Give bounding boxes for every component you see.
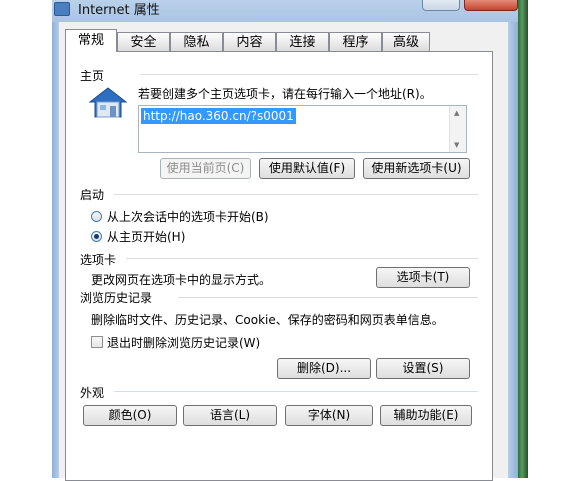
title-bar[interactable]: Internet 属性 [52, 0, 518, 23]
startup-divider [114, 194, 478, 195]
homepage-divider [140, 74, 478, 75]
radio-home-page[interactable] [91, 231, 102, 242]
tab-programs[interactable]: 程序 [329, 32, 382, 51]
appearance-divider [114, 391, 478, 392]
radio-last-session-label[interactable]: 从上次会话中的选项卡开始(B) [107, 208, 269, 225]
delete-on-exit-checkbox[interactable] [91, 336, 103, 348]
homepage-textarea[interactable]: http://hao.360.cn/?s0001 ▲ ▼ [138, 105, 467, 153]
internet-options-icon [54, 2, 70, 16]
tab-security[interactable]: 安全 [117, 32, 170, 51]
window-frame-right [508, 22, 518, 478]
window-title: Internet 属性 [78, 3, 160, 18]
appearance-section-title: 外观 [80, 386, 105, 400]
use-default-button[interactable]: 使用默认值(F) [259, 158, 355, 179]
tabs-divider [126, 258, 478, 259]
use-current-button[interactable]: 使用当前页(C) [160, 158, 251, 179]
homepage-scrollbar[interactable]: ▲ ▼ [449, 106, 466, 152]
homepage-url-value[interactable]: http://hao.360.cn/?s0001 [141, 108, 296, 124]
use-new-tab-button[interactable]: 使用新选项卡(U) [363, 158, 470, 179]
tab-general[interactable]: 常规 [65, 29, 117, 52]
tab-content[interactable]: 内容 [223, 32, 276, 51]
history-divider [178, 297, 478, 298]
history-settings-button[interactable]: 设置(S) [376, 358, 470, 379]
fonts-button[interactable]: 字体(N) [285, 405, 373, 426]
tabs-description: 更改网页在选项卡中的显示方式。 [91, 273, 272, 287]
history-section-title: 浏览历史记录 [80, 291, 153, 305]
radio-last-session[interactable] [91, 211, 102, 222]
tabs-section-title: 选项卡 [80, 253, 117, 267]
tabs-settings-button[interactable]: 选项卡(T) [376, 267, 470, 288]
languages-button[interactable]: 语言(L) [183, 405, 277, 426]
window-frame-left [52, 22, 59, 478]
scroll-down-arrow-icon[interactable]: ▼ [454, 141, 459, 149]
tab-privacy[interactable]: 隐私 [170, 32, 223, 51]
close-button[interactable] [464, 0, 518, 11]
background-window-edge [518, 0, 528, 478]
delete-history-button[interactable]: 删除(D)... [277, 358, 371, 379]
tab-advanced[interactable]: 高级 [382, 32, 430, 51]
history-description: 删除临时文件、历史记录、Cookie、保存的密码和网页表单信息。 [91, 313, 444, 327]
startup-section-title: 启动 [80, 188, 105, 202]
scroll-up-arrow-icon[interactable]: ▲ [454, 109, 459, 117]
tab-connections[interactable]: 连接 [276, 32, 329, 51]
colors-button[interactable]: 颜色(O) [83, 405, 177, 426]
delete-on-exit-label[interactable]: 退出时删除浏览历史记录(W) [107, 334, 260, 351]
homepage-instruction: 若要创建多个主页选项卡，请在每行输入一个地址(R)。 [138, 87, 432, 101]
accessibility-button[interactable]: 辅助功能(E) [380, 405, 472, 426]
homepage-section-title: 主页 [80, 69, 105, 83]
help-button[interactable] [422, 0, 460, 11]
radio-home-page-label[interactable]: 从主页开始(H) [107, 228, 185, 245]
home-icon [88, 87, 128, 118]
